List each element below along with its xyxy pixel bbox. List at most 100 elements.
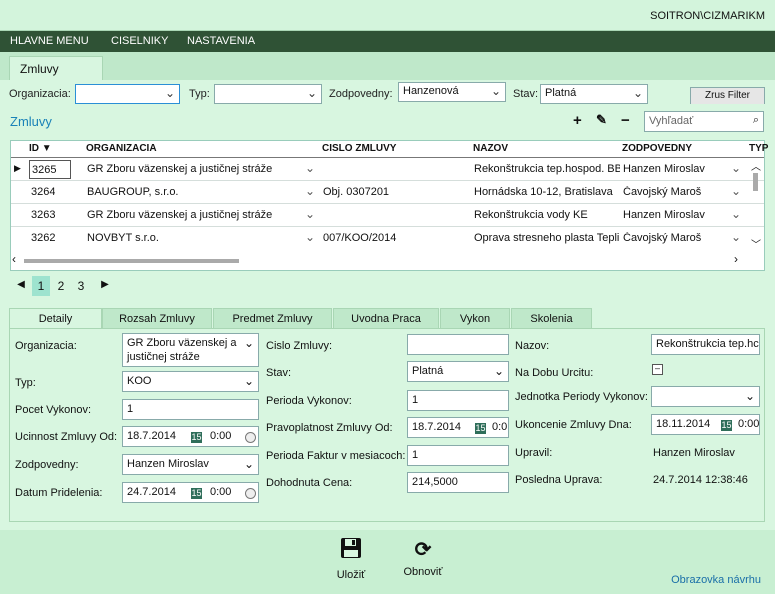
chevron-down-icon: ⌄ bbox=[632, 86, 643, 100]
cell-nazov: Hornádska 10-12, Bratislava bbox=[474, 186, 613, 198]
clock-icon[interactable] bbox=[245, 488, 256, 499]
typ-select[interactable]: KOO ⌄ bbox=[122, 371, 259, 392]
vertical-scrollbar[interactable]: ︿ ﹀ bbox=[748, 158, 764, 251]
row-selector-icon: ▶ bbox=[14, 163, 21, 173]
add-icon[interactable]: + bbox=[573, 112, 582, 129]
pravoplatnost-date: 18.7.2014 bbox=[412, 421, 461, 433]
filter-organizacia-select[interactable]: ⌄ bbox=[75, 84, 180, 104]
tab-uvodna-praca[interactable]: Uvodna Praca bbox=[333, 308, 439, 329]
filter-zodpovedny-select[interactable]: Hanzenová ⌄ bbox=[398, 82, 506, 102]
search-input[interactable]: Vyhľadať ⌕ bbox=[644, 111, 764, 132]
grid-title: Zmluvy bbox=[10, 114, 52, 129]
column-header-organizacia[interactable]: ORGANIZACIA bbox=[86, 143, 157, 154]
chevron-down-icon[interactable]: ⌄ bbox=[731, 207, 741, 221]
sort-desc-icon: ▼ bbox=[41, 143, 52, 154]
column-header-id[interactable]: ID ▼ bbox=[29, 143, 52, 154]
column-header-nazov[interactable]: NAZOV bbox=[473, 143, 508, 154]
cislo-zmluvy-input[interactable] bbox=[407, 334, 509, 355]
column-header-zodpovedny[interactable]: ZODPOVEDNY bbox=[622, 143, 692, 154]
ukoncenie-datetime[interactable]: 18.11.2014 15 0:00 bbox=[651, 414, 760, 435]
main-menu-bar: HLAVNE MENU CISELNIKY NASTAVENIA bbox=[0, 31, 775, 52]
search-icon[interactable]: ⌕ bbox=[753, 114, 759, 127]
table-row[interactable]: 3264 BAUGROUP, s.r.o. ⌄ Obj. 0307201 Hor… bbox=[11, 180, 764, 203]
calendar-icon[interactable]: 15 bbox=[191, 432, 202, 443]
ukoncenie-date: 18.11.2014 bbox=[656, 418, 711, 430]
chevron-down-icon[interactable]: ⌄ bbox=[305, 184, 315, 198]
scroll-up-icon[interactable]: ︿ bbox=[751, 158, 761, 173]
cell-organizacia: GR Zboru väzenskej a justičnej stráže bbox=[87, 163, 273, 175]
scroll-down-icon[interactable]: ﹀ bbox=[751, 236, 761, 251]
next-page-icon[interactable]: ▶ bbox=[96, 276, 114, 296]
chevron-down-icon[interactable]: ⌄ bbox=[731, 184, 741, 198]
ucinnost-datetime[interactable]: 18.7.2014 15 0:00 bbox=[122, 426, 259, 447]
refresh-icon: ⟳ bbox=[414, 539, 432, 561]
remove-icon[interactable]: − bbox=[621, 112, 630, 129]
horizontal-scroll-thumb[interactable] bbox=[24, 259, 239, 263]
cislo-zmluvy-label: Cislo Zmluvy: bbox=[266, 340, 333, 352]
cell-organizacia: NOVBYT s.r.o. bbox=[87, 232, 159, 244]
refresh-label: Obnoviť bbox=[403, 566, 443, 578]
filter-stav-label: Stav: bbox=[513, 88, 539, 100]
menu-nastavenia[interactable]: NASTAVENIA bbox=[187, 35, 255, 47]
page-2[interactable]: 2 bbox=[52, 276, 70, 296]
tab-predmet-zmluvy[interactable]: Predmet Zmluvy bbox=[213, 308, 332, 329]
page-1[interactable]: 1 bbox=[32, 276, 50, 296]
table-row[interactable]: ▶ 3265 GR Zboru väzenskej a justičnej st… bbox=[11, 157, 764, 180]
perioda-faktur-input[interactable]: 1 bbox=[407, 445, 509, 466]
dohodnuta-cena-input[interactable]: 214,5000 bbox=[407, 472, 509, 493]
tab-vykon[interactable]: Vykon bbox=[440, 308, 510, 329]
tab-zmluvy[interactable]: Zmluvy bbox=[9, 56, 103, 80]
refresh-button[interactable]: ⟳ Obnoviť bbox=[400, 537, 446, 578]
cell-cislo-zmluvy: Obj. 0307201 bbox=[323, 186, 390, 198]
calendar-icon[interactable]: 15 bbox=[191, 488, 202, 499]
edit-icon[interactable]: ✎ bbox=[596, 112, 607, 128]
nazov-input[interactable]: Rekonštrukcia tep.hc bbox=[651, 334, 760, 355]
table-row[interactable]: 3262 NOVBYT s.r.o. ⌄ 007/KOO/2014 Oprava… bbox=[11, 226, 764, 249]
filter-zodpovedny-value: Hanzenová bbox=[403, 85, 459, 97]
chevron-down-icon[interactable]: ⌄ bbox=[731, 230, 741, 244]
nazov-label: Nazov: bbox=[515, 340, 550, 352]
vertical-scroll-thumb[interactable] bbox=[753, 173, 758, 191]
scroll-left-icon[interactable]: ‹ bbox=[12, 252, 16, 266]
clear-filter-button[interactable]: Zrus Filter bbox=[690, 87, 765, 104]
calendar-icon[interactable]: 15 bbox=[475, 423, 486, 434]
perioda-vykonov-label: Perioda Vykonov: bbox=[266, 395, 352, 407]
chevron-down-icon[interactable]: ⌄ bbox=[305, 230, 315, 244]
filter-typ-select[interactable]: ⌄ bbox=[214, 84, 322, 104]
scroll-right-icon[interactable]: › bbox=[734, 252, 738, 266]
calendar-icon[interactable]: 15 bbox=[721, 420, 732, 431]
stav-select[interactable]: Platná ⌄ bbox=[407, 361, 509, 382]
column-header-typ[interactable]: TYP bbox=[749, 143, 768, 154]
organizacia-select[interactable]: GR Zboru väzenskej a justičnej stráže ⌄ bbox=[122, 333, 259, 367]
save-button[interactable]: Uložiť bbox=[333, 537, 369, 581]
menu-hlavne-menu[interactable]: HLAVNE MENU bbox=[10, 35, 89, 47]
column-header-cislo-zmluvy[interactable]: CISLO ZMLUVY bbox=[322, 143, 396, 154]
chevron-down-icon[interactable]: ⌄ bbox=[305, 207, 315, 221]
ukoncenie-time: 0:00 bbox=[738, 418, 760, 430]
screen-designer-link[interactable]: Obrazovka návrhu bbox=[671, 574, 761, 586]
menu-ciselniky[interactable]: CISELNIKY bbox=[111, 35, 168, 47]
chevron-down-icon: ⌄ bbox=[164, 86, 175, 100]
filter-stav-select[interactable]: Platná ⌄ bbox=[540, 84, 648, 104]
cell-id[interactable]: 3265 bbox=[29, 160, 71, 179]
prev-page-icon[interactable]: ◀ bbox=[12, 276, 30, 296]
clock-icon[interactable] bbox=[245, 432, 256, 443]
tab-rozsah-zmluvy[interactable]: Rozsah Zmluvy bbox=[102, 308, 212, 329]
ucinnost-time: 0:00 bbox=[210, 430, 232, 442]
pocet-vykonov-input[interactable]: 1 bbox=[122, 399, 259, 420]
table-row[interactable]: 3263 GR Zboru väzenskej a justičnej strá… bbox=[11, 203, 764, 226]
pravoplatnost-datetime[interactable]: 18.7.2014 15 0:0 bbox=[407, 417, 509, 438]
zodpovedny-select[interactable]: Hanzen Miroslav ⌄ bbox=[122, 454, 259, 475]
upravil-value: Hanzen Miroslav bbox=[653, 447, 735, 459]
page-3[interactable]: 3 bbox=[72, 276, 90, 296]
horizontal-scrollbar[interactable]: ‹ › bbox=[12, 252, 752, 268]
tab-detaily[interactable]: Detaily bbox=[9, 308, 102, 330]
jednotka-periody-select[interactable]: ⌄ bbox=[651, 386, 760, 407]
datum-pridelenia-datetime[interactable]: 24.7.2014 15 0:00 bbox=[122, 482, 259, 503]
perioda-vykonov-input[interactable]: 1 bbox=[407, 390, 509, 411]
na-dobu-urcitu-checkbox[interactable]: – bbox=[652, 364, 663, 375]
cell-zodpovedny: Čavojský Maroš bbox=[623, 232, 702, 244]
tab-skolenia[interactable]: Skolenia bbox=[511, 308, 592, 329]
chevron-down-icon[interactable]: ⌄ bbox=[305, 161, 315, 175]
chevron-down-icon[interactable]: ⌄ bbox=[731, 161, 741, 175]
